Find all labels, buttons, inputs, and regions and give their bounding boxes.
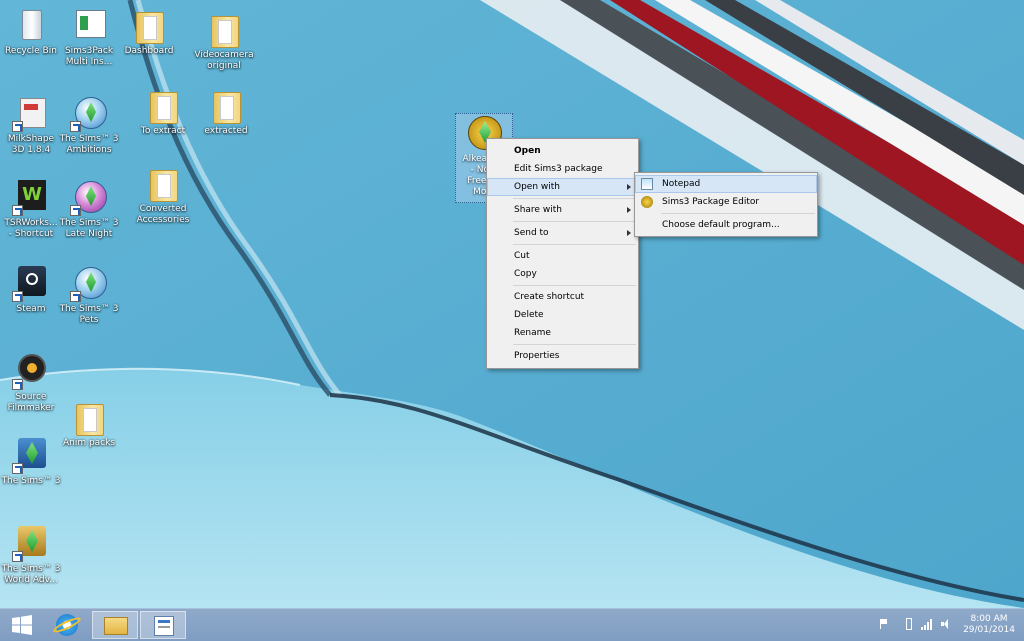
desktop-icon-sims3pack-installer[interactable]: Sims3Pack Multi Ins...	[58, 6, 120, 68]
menu-separator	[513, 198, 636, 199]
menu-separator	[513, 244, 636, 245]
menu-item-properties[interactable]: Properties	[487, 347, 638, 365]
menu-item-create-shortcut[interactable]: Create shortcut	[487, 288, 638, 306]
desktop-icon-source-filmmaker[interactable]: Source Filmmaker	[0, 352, 62, 414]
folder-icon	[144, 86, 182, 124]
volume-icon[interactable]	[941, 619, 951, 629]
desktop-icon-sims3-world-adventures[interactable]: The Sims™ 3 World Adv...	[0, 524, 62, 586]
shortcut-arrow-icon	[12, 551, 23, 562]
desktop-icon-sims3-pets[interactable]: The Sims™ 3 Pets	[58, 264, 120, 326]
clock-date: 29/01/2014	[963, 625, 1015, 635]
submenu-arrow-icon	[627, 184, 631, 190]
menu-item-copy[interactable]: Copy	[487, 265, 638, 283]
sims3-package-editor-icon	[641, 196, 653, 208]
desktop-icon-sims3-late-night[interactable]: The Sims™ 3 Late Night	[58, 178, 120, 240]
sims3-icon	[70, 178, 108, 216]
context-menu: Open Edit Sims3 package Open with Share …	[486, 138, 639, 369]
steam-icon	[12, 264, 50, 302]
sims3-icon	[70, 94, 108, 132]
menu-item-cut[interactable]: Cut	[487, 247, 638, 265]
document-app-icon	[154, 616, 174, 636]
submenu-item-sims3-package-editor[interactable]: Sims3 Package Editor	[635, 193, 817, 211]
notepad-icon	[641, 178, 653, 190]
flag-icon[interactable]	[880, 619, 889, 629]
desktop-icon-recycle-bin[interactable]: Recycle Bin	[0, 6, 62, 57]
shortcut-arrow-icon	[12, 291, 23, 302]
shortcut-arrow-icon	[12, 463, 23, 474]
desktop-icon-sims3[interactable]: The Sims™ 3	[0, 436, 62, 487]
menu-item-rename[interactable]: Rename	[487, 324, 638, 342]
menu-item-share-with[interactable]: Share with	[487, 201, 638, 219]
windows-logo-icon	[12, 615, 32, 635]
shortcut-arrow-icon	[70, 291, 81, 302]
sims3-icon	[12, 436, 50, 474]
milkshape-icon	[12, 94, 50, 132]
sims3-icon	[70, 264, 108, 302]
application-window-icon	[70, 6, 108, 44]
menu-item-delete[interactable]: Delete	[487, 306, 638, 324]
menu-item-open[interactable]: Open	[487, 142, 638, 160]
submenu-arrow-icon	[627, 207, 631, 213]
menu-item-send-to[interactable]: Send to	[487, 224, 638, 242]
desktop-icon-tsrworkshop[interactable]: W TSRWorks... - Shortcut	[0, 178, 62, 240]
submenu-arrow-icon	[627, 230, 631, 236]
shortcut-arrow-icon	[12, 379, 23, 390]
taskbar: 8:00 AM 29/01/2014	[0, 608, 1024, 641]
desktop-icon-sims3-ambitions[interactable]: The Sims™ 3 Ambitions	[58, 94, 120, 156]
menu-item-edit-sims3-package[interactable]: Edit Sims3 package	[487, 160, 638, 178]
taskbar-internet-explorer[interactable]	[44, 611, 90, 639]
menu-separator	[513, 344, 636, 345]
desktop-icon-extracted[interactable]: extracted	[195, 86, 257, 137]
shortcut-arrow-icon	[12, 205, 23, 216]
taskbar-file-explorer[interactable]	[92, 611, 138, 639]
folder-icon	[205, 10, 243, 48]
sims3-icon	[12, 524, 50, 562]
desktop-icon-anim-packs[interactable]: Anim packs	[58, 398, 120, 449]
folder-icon	[207, 86, 245, 124]
desktop-icon-to-extract[interactable]: To extract	[132, 86, 194, 137]
menu-separator	[661, 213, 815, 214]
submenu-item-notepad[interactable]: Notepad	[635, 175, 817, 193]
clock-time: 8:00 AM	[970, 614, 1008, 624]
shortcut-arrow-icon	[70, 121, 81, 132]
taskbar-document-app[interactable]	[140, 611, 186, 639]
battery-icon[interactable]	[906, 618, 912, 630]
file-explorer-icon	[104, 617, 128, 635]
folder-icon	[144, 164, 182, 202]
signal-icon[interactable]	[921, 618, 933, 630]
menu-separator	[513, 285, 636, 286]
desktop-icon-converted-accessories[interactable]: Converted Accessories	[132, 164, 194, 226]
film-reel-icon	[12, 352, 50, 390]
system-clock[interactable]: 8:00 AM 29/01/2014	[960, 614, 1018, 636]
menu-separator	[513, 221, 636, 222]
shortcut-arrow-icon	[12, 121, 23, 132]
tsrworkshop-icon: W	[12, 178, 50, 216]
desktop-icon-milkshape[interactable]: MilkShape 3D 1.8.4	[0, 94, 62, 156]
desktop-icon-videocamera-original[interactable]: Videocamera original	[193, 10, 255, 72]
folder-icon	[70, 398, 108, 436]
start-button[interactable]	[2, 611, 42, 639]
open-with-submenu: Notepad Sims3 Package Editor Choose defa…	[634, 172, 818, 237]
desktop-icon-dashboard[interactable]: Dashboard	[118, 6, 180, 57]
menu-item-open-with[interactable]: Open with	[487, 178, 638, 196]
submenu-item-choose-default-program[interactable]: Choose default program...	[635, 216, 817, 234]
folder-icon	[130, 6, 168, 44]
shortcut-arrow-icon	[70, 205, 81, 216]
recycle-bin-icon	[12, 6, 50, 44]
desktop-icon-steam[interactable]: Steam	[0, 264, 62, 315]
